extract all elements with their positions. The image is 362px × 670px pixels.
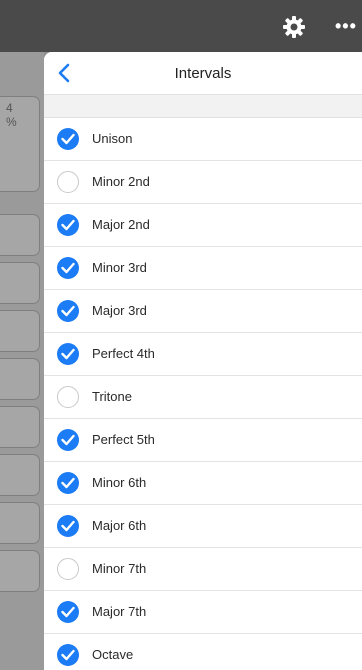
interval-row-major-2nd[interactable]: Major 2nd <box>44 204 362 247</box>
interval-row-major-7th[interactable]: Major 7th <box>44 591 362 634</box>
interval-row-major-6th[interactable]: Major 6th <box>44 505 362 548</box>
interval-label: Tritone <box>92 389 132 404</box>
intervals-list: Unison Minor 2nd Major 2nd Minor 3rd Maj… <box>44 118 362 670</box>
interval-label: Minor 7th <box>92 561 147 576</box>
popover-header: Intervals <box>44 52 362 95</box>
background-card <box>0 358 40 400</box>
background-card <box>0 502 40 544</box>
interval-row-unison[interactable]: Unison <box>44 118 362 161</box>
checkmark-icon[interactable] <box>57 644 79 666</box>
interval-row-minor-3rd[interactable]: Minor 3rd <box>44 247 362 290</box>
settings-gear-icon[interactable] <box>282 15 306 39</box>
unchecked-circle-icon[interactable] <box>57 558 79 580</box>
background-card <box>0 454 40 496</box>
top-toolbar: ••• <box>0 0 362 52</box>
checkmark-icon[interactable] <box>57 429 79 451</box>
interval-row-minor-2nd[interactable]: Minor 2nd <box>44 161 362 204</box>
interval-row-perfect-5th[interactable]: Perfect 5th <box>44 419 362 462</box>
interval-row-tritone[interactable]: Tritone <box>44 376 362 419</box>
interval-row-major-3rd[interactable]: Major 3rd <box>44 290 362 333</box>
background-card <box>0 406 40 448</box>
checkmark-icon[interactable] <box>57 343 79 365</box>
background-card <box>0 214 40 256</box>
checkmark-icon[interactable] <box>57 214 79 236</box>
interval-label: Perfect 4th <box>92 346 155 361</box>
interval-label: Perfect 5th <box>92 432 155 447</box>
checkmark-icon[interactable] <box>57 300 79 322</box>
background-card <box>0 262 40 304</box>
background-card: 4 % <box>0 96 40 192</box>
interval-row-octave[interactable]: Octave <box>44 634 362 670</box>
background-content: 4 % <box>0 52 44 670</box>
more-options-icon[interactable]: ••• <box>335 17 361 35</box>
interval-label: Major 7th <box>92 604 147 619</box>
checkmark-icon[interactable] <box>57 472 79 494</box>
interval-row-perfect-4th[interactable]: Perfect 4th <box>44 333 362 376</box>
background-card-text: 4 % <box>6 101 17 129</box>
interval-label: Octave <box>92 647 134 662</box>
background-card <box>0 550 40 592</box>
interval-label: Major 2nd <box>92 217 150 232</box>
interval-row-minor-6th[interactable]: Minor 6th <box>44 462 362 505</box>
unchecked-circle-icon[interactable] <box>57 386 79 408</box>
interval-label: Minor 2nd <box>92 174 150 189</box>
intervals-popover: Intervals Unison Minor 2nd Major 2nd Min… <box>44 52 362 670</box>
checkmark-icon[interactable] <box>57 128 79 150</box>
interval-label: Major 6th <box>92 518 147 533</box>
list-section-spacer <box>44 95 362 118</box>
interval-label: Major 3rd <box>92 303 147 318</box>
interval-row-minor-7th[interactable]: Minor 7th <box>44 548 362 591</box>
background-card <box>0 310 40 352</box>
interval-label: Minor 3rd <box>92 260 147 275</box>
popover-title: Intervals <box>174 65 232 82</box>
checkmark-icon[interactable] <box>57 601 79 623</box>
checkmark-icon[interactable] <box>57 257 79 279</box>
interval-label: Minor 6th <box>92 475 147 490</box>
interval-label: Unison <box>92 131 133 146</box>
unchecked-circle-icon[interactable] <box>57 171 79 193</box>
checkmark-icon[interactable] <box>57 515 79 537</box>
